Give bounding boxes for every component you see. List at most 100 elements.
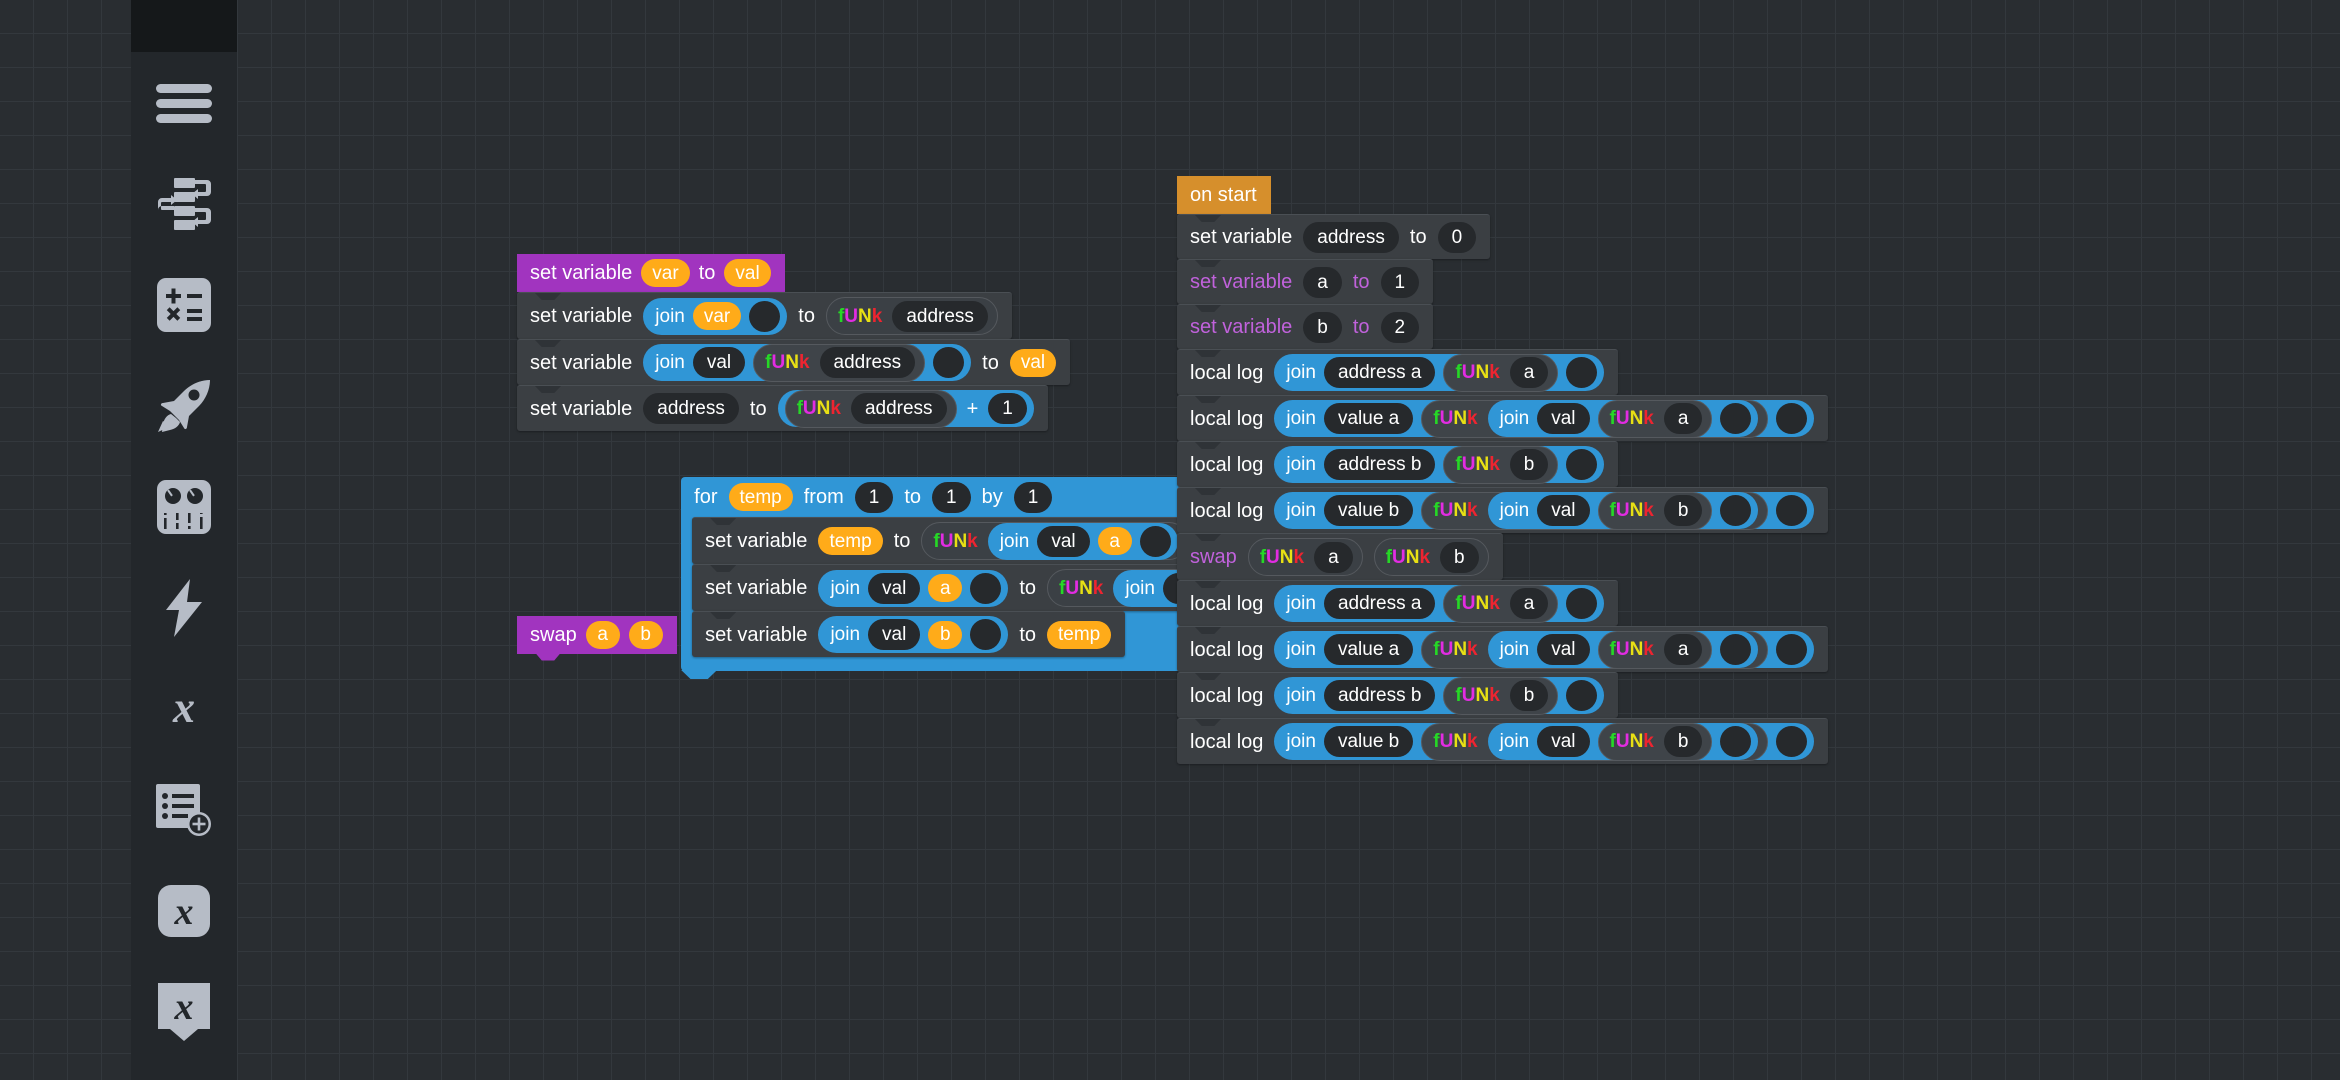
empty-socket[interactable] — [970, 619, 1002, 650]
reporter-join[interactable]: join val a — [987, 522, 1178, 560]
empty-socket[interactable] — [1776, 403, 1808, 434]
value-temp[interactable]: temp — [1047, 620, 1112, 649]
field-a[interactable]: a — [1663, 403, 1703, 434]
statement-set-variable-join-val[interactable]: set variable join val fUNk address to va… — [517, 339, 1071, 385]
loop-to-value[interactable]: 1 — [932, 481, 971, 513]
loop-by-value[interactable]: 1 — [1013, 481, 1053, 513]
reporter-join[interactable]: join val fUNk b — [1487, 491, 1759, 530]
field-a[interactable]: a — [1314, 541, 1353, 573]
field-b[interactable]: b — [1663, 726, 1703, 757]
empty-socket[interactable] — [970, 572, 1002, 604]
reporter-join[interactable]: join value a fUNk join val fUNk a — [1274, 630, 1815, 669]
reporter-join[interactable]: join value b fUNk join val fUNk b — [1274, 722, 1815, 761]
reporter-funk-call[interactable]: fUNk a — [1597, 399, 1713, 438]
reporter-funk-call[interactable]: fUNk join val fUNk b — [1421, 722, 1769, 761]
blocks-workspace[interactable]: x x x set variable var to val set variab… — [0, 0, 2340, 1080]
field-val[interactable]: val — [1537, 403, 1590, 434]
reporter-join[interactable]: join address b fUNk b — [1274, 676, 1605, 715]
variable-x-rounded-icon[interactable]: x — [131, 860, 237, 961]
param-a[interactable]: a — [585, 620, 620, 649]
function-hat-swap[interactable]: swap a b — [517, 615, 677, 654]
field-address[interactable]: address — [892, 300, 988, 332]
field-text-address-b[interactable]: address b — [1323, 449, 1436, 480]
reporter-join[interactable]: join val fUNk b — [1487, 722, 1759, 761]
field-text-value-a[interactable]: value a — [1323, 634, 1414, 665]
reporter-funk-call[interactable]: fUNk b — [1443, 676, 1559, 715]
statement-local-log-value-a-2[interactable]: local log join value a fUNk join val fUN… — [1177, 626, 1829, 672]
reporter-join[interactable]: join val a — [818, 569, 1009, 607]
field-text-address-b[interactable]: address b — [1323, 680, 1436, 711]
field-val[interactable]: val — [1537, 495, 1590, 526]
reporter-funk-call[interactable]: fUNk b — [1597, 491, 1713, 530]
flow-blocks-icon[interactable] — [131, 153, 237, 254]
field-val[interactable]: val — [868, 619, 921, 650]
field-number-zero[interactable]: 0 — [1437, 221, 1477, 253]
reporter-funk-call[interactable]: fUNk join val fUNk b — [1421, 491, 1769, 530]
field-a[interactable]: a — [1509, 588, 1549, 619]
empty-socket[interactable] — [1720, 634, 1752, 665]
rocket-icon[interactable] — [131, 355, 237, 456]
empty-socket[interactable] — [1776, 495, 1808, 526]
reporter-funk-call[interactable]: fUNk address — [784, 389, 957, 428]
empty-socket[interactable] — [1776, 726, 1808, 757]
empty-socket[interactable] — [1566, 357, 1598, 388]
reporter-join[interactable]: join value b fUNk join val fUNk b — [1274, 491, 1815, 530]
empty-socket[interactable] — [1566, 680, 1598, 711]
loop-from-value[interactable]: 1 — [854, 481, 894, 513]
field-a[interactable]: a — [1509, 357, 1549, 388]
field-b[interactable]: b — [1440, 541, 1479, 573]
param-b[interactable]: b — [628, 620, 663, 649]
function-hat-set-variable[interactable]: set variable var to val — [517, 254, 785, 292]
field-text-address-a[interactable]: address a — [1323, 357, 1436, 388]
arg-val[interactable]: val — [1009, 348, 1057, 377]
statement-set-temp[interactable]: set variable temp to fUNk join val a — [692, 517, 1202, 564]
field-text-address-a[interactable]: address a — [1323, 588, 1436, 619]
statement-local-log-value-b-2[interactable]: local log join value b fUNk join val fUN… — [1177, 718, 1829, 764]
field-number-one[interactable]: 1 — [988, 393, 1027, 424]
reporter-funk-call[interactable]: fUNk join val a — [921, 522, 1188, 560]
reporter-join[interactable]: join val b — [818, 616, 1009, 653]
field-text-value-b[interactable]: value b — [1323, 726, 1414, 757]
param-val[interactable]: val — [724, 259, 771, 287]
reporter-funk-call[interactable]: fUNk b — [1443, 445, 1559, 484]
field-text-value-a[interactable]: value a — [1323, 403, 1414, 434]
event-hat-on-start[interactable]: on start — [1177, 176, 1271, 214]
reporter-funk-call[interactable]: fUNk a — [1443, 584, 1559, 623]
reporter-join[interactable]: join val fUNk a — [1487, 399, 1759, 438]
field-address[interactable]: address — [850, 393, 947, 424]
join-arg-var[interactable]: var — [692, 302, 742, 330]
field-number-two[interactable]: 2 — [1380, 311, 1420, 343]
field-address[interactable]: address — [1303, 221, 1399, 253]
field-val[interactable]: val — [692, 347, 746, 378]
statement-set-variable-address-increment[interactable]: set variable address to fUNk address + 1 — [517, 385, 1048, 431]
reporter-funk-call[interactable]: fUNk join val fUNk a — [1421, 399, 1769, 438]
calculator-icon[interactable] — [131, 254, 237, 355]
empty-socket[interactable] — [1776, 634, 1808, 665]
field-number-one[interactable]: 1 — [1380, 266, 1420, 298]
reporter-arithmetic-add[interactable]: fUNk address + 1 — [777, 389, 1034, 428]
list-add-icon[interactable] — [131, 759, 237, 860]
target-temp[interactable]: temp — [818, 527, 883, 555]
join-arg-a[interactable]: a — [1097, 527, 1132, 555]
statement-local-log-value-b-1[interactable]: local log join value b fUNk join val fUN… — [1177, 487, 1829, 533]
field-text-value-b[interactable]: value b — [1323, 495, 1414, 526]
field-val[interactable]: val — [1537, 726, 1590, 757]
field-val[interactable]: val — [1037, 525, 1090, 557]
statement-set-variable-join-var[interactable]: set variable join var to fUNk address — [517, 292, 1012, 339]
empty-socket[interactable] — [1139, 525, 1171, 557]
empty-socket[interactable] — [1720, 403, 1752, 434]
reporter-funk-call[interactable]: fUNk join val fUNk a — [1421, 630, 1769, 669]
field-address[interactable]: address — [819, 347, 916, 378]
variable-x-icon[interactable]: x — [131, 658, 237, 759]
reporter-funk-call[interactable]: fUNk a — [1247, 538, 1363, 576]
field-address[interactable]: address — [643, 393, 739, 424]
field-a[interactable]: a — [1303, 266, 1342, 298]
statement-set-address-zero[interactable]: set variable address to 0 — [1177, 214, 1491, 259]
empty-socket[interactable] — [1720, 495, 1752, 526]
reporter-funk-call[interactable]: fUNk a — [1443, 353, 1559, 392]
reporter-funk-call[interactable]: fUNk address — [825, 297, 998, 335]
reporter-join[interactable]: join address a fUNk a — [1274, 584, 1605, 623]
statement-set-b-two[interactable]: set variable b to 2 — [1177, 304, 1434, 349]
statement-set-val-b[interactable]: set variable join val b to temp — [692, 611, 1126, 657]
field-b[interactable]: b — [1509, 680, 1549, 711]
